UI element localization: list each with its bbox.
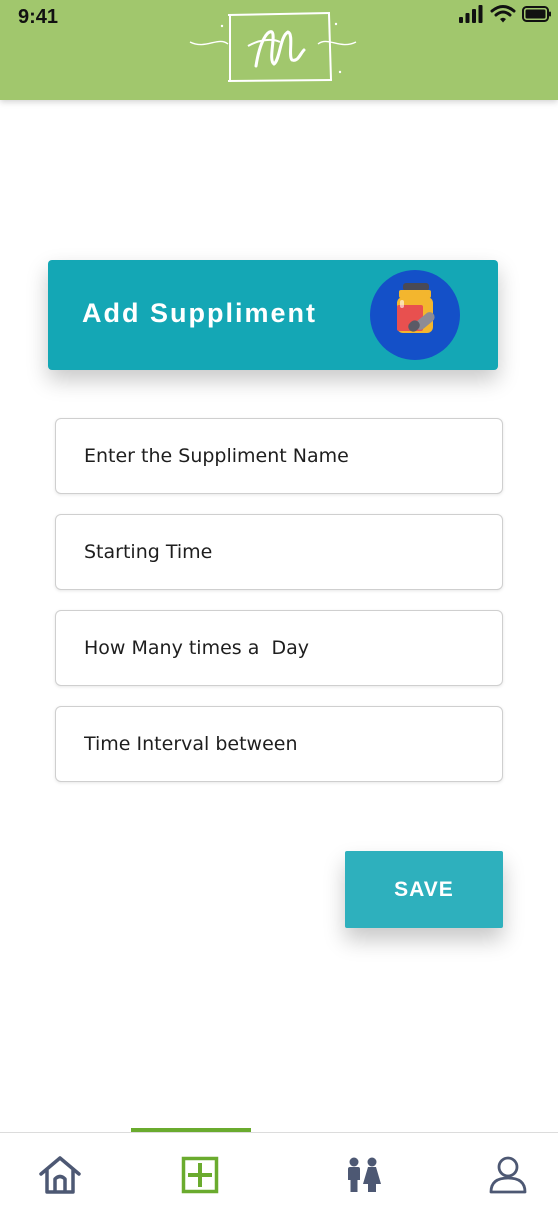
starting-time-field bbox=[55, 514, 503, 590]
signal-icon bbox=[459, 5, 483, 23]
status-time: 9:41 bbox=[18, 6, 59, 28]
title-badge bbox=[370, 270, 460, 360]
supplement-name-input[interactable] bbox=[84, 419, 484, 493]
battery-icon bbox=[522, 6, 551, 22]
add-square-icon bbox=[181, 1156, 219, 1194]
times-per-day-input[interactable] bbox=[84, 611, 484, 685]
nav-profile[interactable] bbox=[448, 1133, 558, 1217]
time-interval-field bbox=[55, 706, 503, 782]
nav-add[interactable] bbox=[140, 1133, 260, 1217]
handwritten-logo bbox=[189, 12, 357, 82]
nav-home[interactable] bbox=[0, 1133, 120, 1217]
home-icon bbox=[39, 1156, 81, 1194]
starting-time-input[interactable] bbox=[84, 515, 484, 589]
time-interval-input[interactable] bbox=[84, 707, 484, 781]
supplement-jar-icon bbox=[397, 283, 435, 333]
wifi-icon bbox=[490, 5, 516, 23]
title-card: Add Suppliment bbox=[48, 260, 498, 370]
family-icon bbox=[348, 1157, 381, 1192]
times-per-day-field bbox=[55, 610, 503, 686]
nav-family[interactable] bbox=[303, 1133, 423, 1217]
bottom-nav bbox=[0, 1132, 558, 1218]
status-icons bbox=[458, 4, 552, 24]
page-title: Add Suppliment bbox=[82, 298, 317, 328]
app-header: 9:41 bbox=[0, 0, 558, 100]
save-button[interactable]: SAVE bbox=[345, 851, 503, 928]
user-icon bbox=[489, 1156, 527, 1194]
supplement-name-field bbox=[55, 418, 503, 494]
